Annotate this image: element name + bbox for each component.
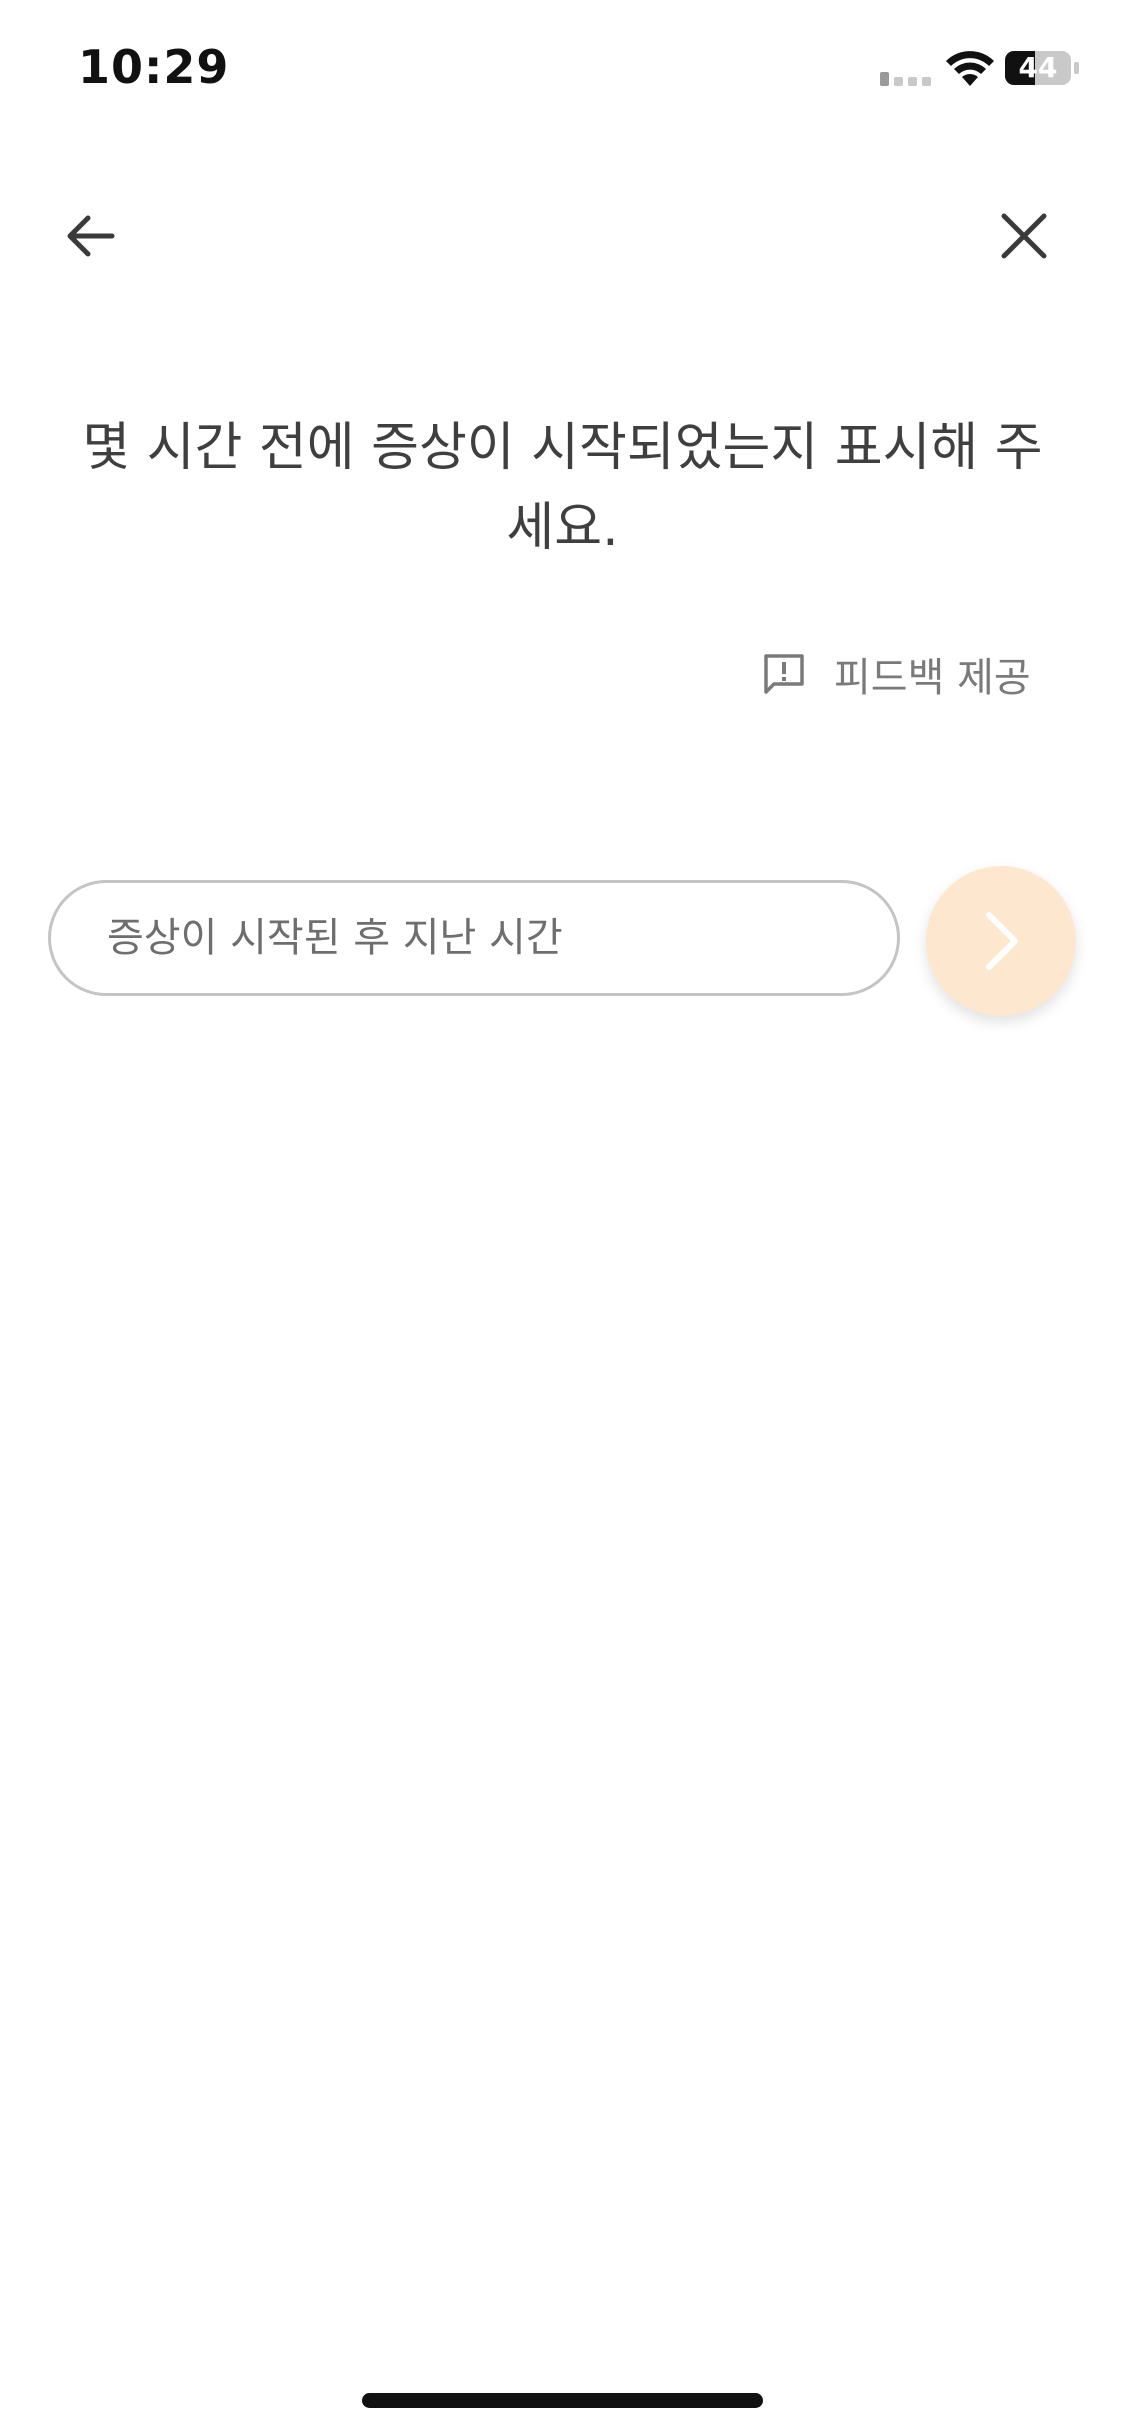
home-indicator (362, 2393, 763, 2408)
signal-icon (880, 72, 931, 86)
question-text: 몇 시간 전에 증상이 시작되었는지 표시해 주세요. (82, 418, 1043, 558)
arrow-left-icon (67, 215, 115, 257)
back-button[interactable] (50, 196, 130, 276)
status-bar: 10:29 44 (0, 0, 1125, 140)
battery-level: 44 (1018, 51, 1058, 84)
feedback-icon (764, 654, 804, 694)
status-time: 10:29 (78, 40, 230, 94)
close-button[interactable] (984, 196, 1064, 276)
feedback-button[interactable]: 피드백 제공 (762, 642, 1031, 706)
screen: 10:29 44 몇 시간 전에 증상이 시작되었는지 표시해 주세요. 피드백… (0, 0, 1125, 2436)
feedback-label: 피드백 제공 (834, 655, 1031, 701)
wifi-icon (946, 51, 994, 86)
chevron-right-icon (986, 912, 1018, 970)
next-button[interactable] (926, 866, 1076, 1016)
close-icon (1001, 213, 1047, 259)
elapsed-time-input[interactable] (48, 880, 900, 996)
